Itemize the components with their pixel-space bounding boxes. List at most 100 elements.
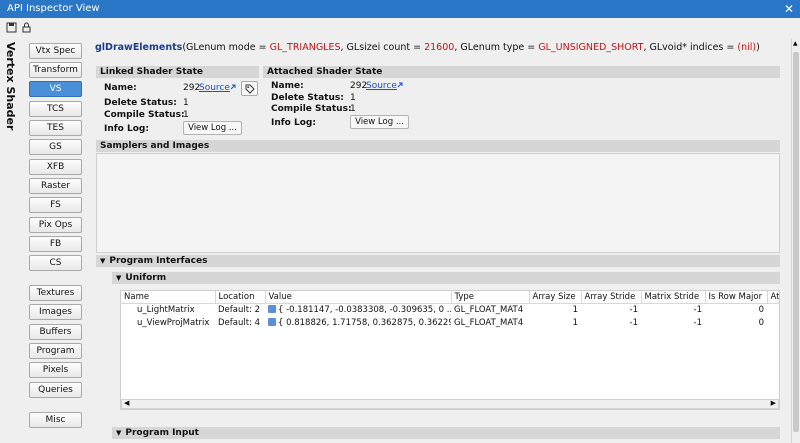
linked-compile-value: 1 — [183, 110, 189, 120]
linked-name-value: 292 — [183, 83, 201, 93]
cell-value-text: { 0.818826, 1.71758, 0.362875, 0.36229 — [278, 317, 451, 328]
window-title: API Inspector View — [7, 3, 100, 14]
samplers-list[interactable] — [96, 153, 780, 253]
program-interfaces-header[interactable]: ▼ Program Interfaces — [96, 255, 780, 267]
cell-value-text: { -0.181147, -0.0383308, -0.309635, 0 ..… — [278, 304, 451, 315]
cell-name: u_ViewProjMatrix — [137, 317, 210, 328]
program-input-header[interactable]: ▼ Program Input — [112, 427, 780, 439]
nav-gs[interactable]: GS — [29, 139, 82, 155]
nav-raster[interactable]: Raster — [29, 178, 82, 194]
nav-program[interactable]: Program — [29, 343, 82, 359]
cell-array-stride: -1 — [629, 317, 638, 328]
cell-type: GL_FLOAT_MAT4 — [454, 317, 524, 328]
nav-tes[interactable]: TES — [29, 120, 82, 136]
uniform-header[interactable]: ▼ Uniform — [112, 272, 780, 284]
main-vertical-scrollbar[interactable]: ▲ — [791, 38, 800, 443]
cell-matrix-stride: -1 — [693, 304, 702, 315]
api-call-signature: glDrawElements(GLenum mode = GL_TRIANGLE… — [95, 42, 760, 53]
cell-array-size: 1 — [572, 317, 578, 328]
goto-icon[interactable] — [397, 82, 404, 89]
toolbar — [0, 18, 800, 38]
linked-compile-label: Compile Status: — [104, 110, 185, 120]
attached-delete-value: 1 — [350, 93, 356, 103]
call-text: , GLvoid* indices = — [643, 42, 738, 53]
column-header-atomic[interactable]: Ato — [767, 291, 779, 304]
cell-array-size: 1 — [572, 304, 578, 315]
nav-tcs[interactable]: TCS — [29, 101, 82, 117]
uniform-table: Name Location Value Type Array Size Arra… — [121, 291, 779, 329]
table-row[interactable]: u_ViewProjMatrix Default: 4 { 0.818826, … — [121, 316, 779, 329]
nav-misc[interactable]: Misc — [29, 412, 82, 428]
lock-icon[interactable] — [21, 22, 32, 33]
nav-fb[interactable]: FB — [29, 236, 82, 252]
nav-textures[interactable]: Textures — [29, 285, 82, 301]
scroll-left-icon[interactable]: ◀ — [124, 399, 129, 407]
expand-value-icon[interactable] — [268, 305, 276, 314]
nav-buffers[interactable]: Buffers — [29, 324, 82, 340]
close-icon[interactable]: ✕ — [784, 0, 794, 18]
scrollbar-thumb[interactable] — [793, 52, 799, 432]
cell-row-major: 0 — [758, 317, 764, 328]
call-text: , GLenum type = — [454, 42, 539, 53]
call-text: (GLenum mode = — [182, 42, 270, 53]
cell-matrix-stride: -1 — [693, 317, 702, 328]
attached-view-log-button[interactable]: View Log ... — [350, 115, 409, 129]
column-header-name[interactable]: Name — [121, 291, 216, 304]
cell-array-stride: -1 — [629, 304, 638, 315]
attached-source-link[interactable]: Source — [366, 81, 397, 91]
cell-location: Default: 4 — [218, 317, 261, 328]
linked-source-link[interactable]: Source — [199, 83, 230, 93]
attached-compile-label: Compile Status: — [271, 104, 352, 114]
attached-compile-value: 1 — [350, 104, 356, 114]
nav-pixels[interactable]: Pixels — [29, 362, 82, 378]
linked-name-label: Name: — [104, 83, 137, 93]
nav-xfb[interactable]: XFB — [29, 159, 82, 175]
save-icon[interactable] — [6, 22, 17, 33]
attached-name-value: 292 — [350, 81, 368, 91]
linked-shader-header: Linked Shader State — [96, 66, 259, 78]
column-header-array-stride[interactable]: Array Stride — [581, 291, 642, 304]
column-header-type[interactable]: Type — [451, 291, 530, 304]
stage-title: Vertex Shader — [4, 42, 17, 131]
table-row[interactable]: u_LightMatrix Default: 2 { -0.181147, -0… — [121, 303, 779, 316]
tag-icon — [245, 84, 255, 94]
cell-name: u_LightMatrix — [137, 304, 195, 315]
cell-row-major: 0 — [758, 304, 764, 315]
nav-pix-ops[interactable]: Pix Ops — [29, 217, 82, 233]
column-header-value[interactable]: Value — [265, 291, 452, 304]
scroll-up-icon[interactable]: ▲ — [793, 40, 798, 47]
column-header-row-major[interactable]: Is Row Major — [705, 291, 768, 304]
attached-infolog-label: Info Log: — [271, 118, 316, 128]
uniform-title: Uniform — [125, 273, 167, 283]
uniform-table-header: Name Location Value Type Array Size Arra… — [121, 291, 779, 304]
collapse-arrow-icon: ▼ — [100, 257, 106, 265]
tag-button[interactable] — [241, 81, 258, 96]
nav-vtx-spec[interactable]: Vtx Spec — [29, 43, 82, 59]
call-arg-type: GL_UNSIGNED_SHORT — [538, 42, 644, 53]
table-horizontal-scrollbar[interactable]: ◀ ▶ — [121, 399, 779, 409]
nav-queries[interactable]: Queries — [29, 382, 82, 398]
expand-value-icon[interactable] — [268, 318, 276, 326]
nav-images[interactable]: Images — [29, 304, 82, 320]
linked-infolog-label: Info Log: — [104, 124, 149, 134]
column-header-location[interactable]: Location — [215, 291, 266, 304]
goto-icon[interactable] — [230, 84, 237, 91]
call-arg-indices: (nil) — [737, 42, 757, 53]
nav-cs[interactable]: CS — [29, 255, 82, 271]
column-header-array-size[interactable]: Array Size — [529, 291, 582, 304]
collapse-arrow-icon: ▼ — [116, 274, 122, 282]
column-header-matrix-stride[interactable]: Matrix Stride — [641, 291, 706, 304]
scroll-right-icon[interactable]: ▶ — [771, 399, 776, 407]
nav-transform[interactable]: Transform — [29, 62, 82, 78]
cell-atomic — [767, 316, 779, 329]
call-text: , GLsizei count = — [340, 42, 425, 53]
attached-delete-label: Delete Status: — [271, 93, 344, 103]
nav-vs[interactable]: VS — [29, 81, 82, 97]
main-panel: glDrawElements(GLenum mode = GL_TRIANGLE… — [92, 38, 792, 443]
linked-view-log-button[interactable]: View Log ... — [183, 121, 242, 135]
nav-fs[interactable]: FS — [29, 197, 82, 213]
window-titlebar: API Inspector View ✕ — [0, 0, 800, 18]
cell-value: { 0.818826, 1.71758, 0.362875, 0.36229 — [265, 316, 451, 329]
cell-location: Default: 2 — [218, 304, 261, 315]
samplers-header: Samplers and Images — [96, 140, 780, 152]
